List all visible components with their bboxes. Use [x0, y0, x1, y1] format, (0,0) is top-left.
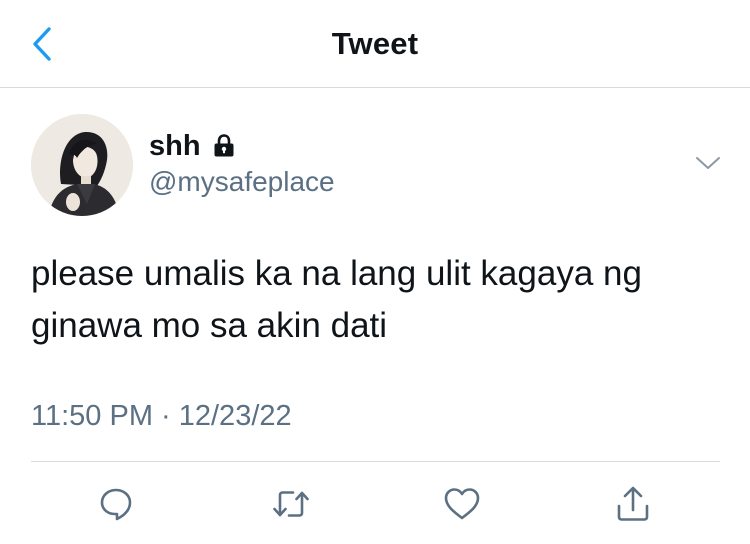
page-title: Tweet — [331, 26, 419, 61]
share-icon — [617, 486, 649, 521]
author-handle[interactable]: @mysafeplace — [149, 166, 335, 198]
tweet-text: please umalis ka na lang ulit kagaya ng … — [31, 248, 731, 352]
reply-icon — [100, 488, 132, 521]
tweet-text-line: ginawa mo sa akin dati — [31, 306, 388, 345]
reply-button[interactable] — [94, 482, 138, 526]
share-button[interactable] — [611, 482, 655, 526]
like-button[interactable] — [440, 482, 484, 526]
lock-icon — [214, 134, 234, 157]
tweet-timestamp[interactable]: 11:50 PM · 12/23/22 — [31, 400, 292, 433]
tweet-text-line: please umalis ka na lang ulit kagaya ng — [31, 254, 642, 293]
tweet-menu-button[interactable] — [690, 148, 726, 178]
chevron-down-icon — [696, 157, 720, 169]
avatar-image — [31, 114, 133, 216]
retweet-button[interactable] — [269, 482, 313, 526]
author-name[interactable]: shh — [149, 130, 201, 163]
avatar[interactable] — [31, 114, 133, 216]
author-row: shh — [149, 128, 237, 164]
retweet-icon — [273, 491, 309, 517]
divider — [31, 461, 720, 462]
header-bar: Tweet — [0, 0, 750, 88]
heart-icon — [444, 488, 480, 520]
